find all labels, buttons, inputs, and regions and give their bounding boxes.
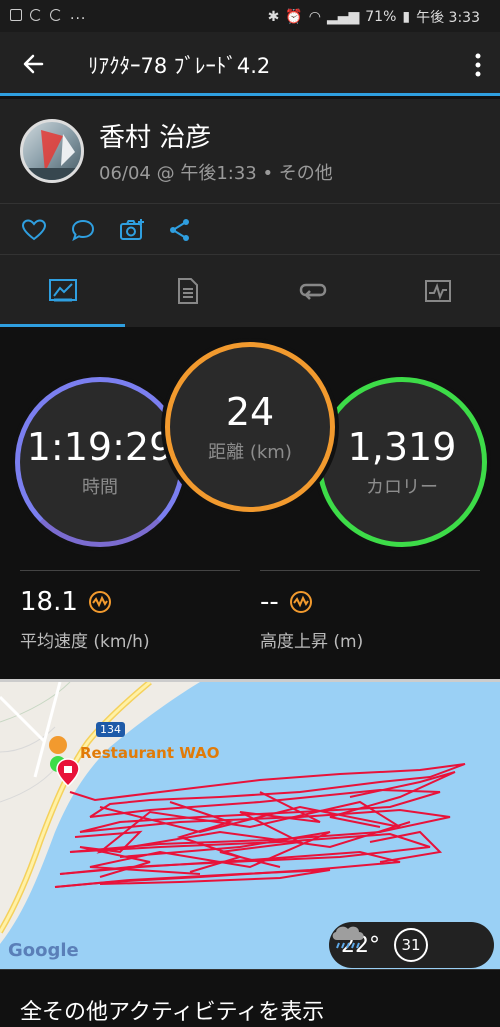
- elevation-label: 高度上昇 (m): [260, 632, 364, 652]
- battery-percent: 71%: [365, 9, 397, 25]
- time-value: 1:19:29: [26, 425, 174, 469]
- wifi-icon: ◠: [308, 9, 321, 25]
- distance-label: 距離 (km): [208, 442, 292, 463]
- calories-stat: 1,319 カロリー: [317, 377, 487, 547]
- activity-header: 香村 治彦 06/04 @ 午後1:33 • その他: [0, 99, 500, 203]
- gallery-notification-icon: [10, 9, 22, 21]
- calories-label: カロリー: [366, 477, 438, 498]
- view-all-activities-link[interactable]: 全その他アクティビティを表示: [20, 994, 324, 1026]
- comment-icon[interactable]: [69, 216, 97, 244]
- time-label: 時間: [82, 477, 118, 498]
- wind-speed-indicator: 31: [394, 928, 428, 962]
- activity-meta: 06/04 @ 午後1:33 • その他: [99, 163, 333, 184]
- elevation-metric: -- 高度上昇 (m): [260, 570, 480, 652]
- stats-panel: 1:19:29 時間 1,319 カロリー 24 距離 (km) 18.1 平均…: [0, 327, 500, 679]
- connect-iq-icon[interactable]: [88, 590, 112, 614]
- calories-value: 1,319: [347, 425, 457, 469]
- tab-overview[interactable]: [0, 255, 125, 327]
- status-bar: ... ✱ ⏰ ◠ ▂▄▆ 71% ▮ 午後 3:33: [0, 0, 500, 32]
- distance-stat: 24 距離 (km): [165, 342, 335, 512]
- place-label[interactable]: Restaurant WAO: [80, 744, 219, 762]
- footer: 全その他アクティビティを表示: [0, 969, 500, 1027]
- share-icon[interactable]: [166, 216, 194, 244]
- elevation-value: --: [260, 587, 279, 617]
- avg-speed-metric: 18.1 平均速度 (km/h): [20, 570, 240, 652]
- activity-map[interactable]: 134 Restaurant WAO Google 22° 31: [0, 679, 500, 969]
- alarm-icon: ⏰: [285, 9, 303, 25]
- status-time: 午後 3:33: [416, 10, 480, 26]
- camera-icon[interactable]: [118, 216, 146, 244]
- details-icon: [177, 278, 198, 304]
- back-arrow-icon[interactable]: [20, 50, 48, 78]
- restaurant-pin[interactable]: [49, 736, 67, 754]
- weather-badge[interactable]: 22° 31: [329, 922, 494, 968]
- bluetooth-icon: ✱: [267, 9, 280, 25]
- avatar[interactable]: [20, 119, 84, 183]
- avg-speed-label: 平均速度 (km/h): [20, 632, 150, 652]
- more-notifications: ...: [70, 7, 87, 23]
- rain-cloud-icon: [332, 926, 364, 949]
- battery-icon: ▮: [402, 9, 411, 25]
- tab-charts[interactable]: [375, 255, 500, 327]
- laps-icon: [299, 283, 326, 300]
- connect-iq-icon[interactable]: [289, 590, 313, 614]
- time-stat: 1:19:29 時間: [15, 377, 185, 547]
- sync-notification-icon: [30, 9, 42, 21]
- distance-value: 24: [225, 390, 275, 434]
- tab-laps[interactable]: [250, 255, 375, 327]
- overview-icon: [48, 279, 77, 302]
- app-bar: ﾘｱｸﾀｰ78 ﾌﾞﾚｰﾄﾞ4.2: [0, 32, 500, 96]
- social-bar: [0, 203, 500, 255]
- overflow-menu-icon[interactable]: [474, 52, 482, 78]
- charts-icon: [424, 280, 451, 302]
- google-attribution: Google: [8, 940, 79, 961]
- gps-track: [54, 763, 466, 888]
- sync-notification-icon-2: [50, 9, 62, 21]
- activity-title: ﾘｱｸﾀｰ78 ﾌﾞﾚｰﾄﾞ4.2: [88, 54, 271, 78]
- user-name[interactable]: 香村 治彦: [99, 117, 211, 154]
- avg-speed-value: 18.1: [20, 587, 78, 617]
- wind-speed-value: 31: [401, 936, 421, 954]
- activity-tabs: [0, 255, 500, 327]
- heart-icon[interactable]: [20, 216, 48, 244]
- tab-details[interactable]: [125, 255, 250, 327]
- road-number-badge: 134: [96, 722, 125, 737]
- signal-icon: ▂▄▆: [326, 9, 360, 25]
